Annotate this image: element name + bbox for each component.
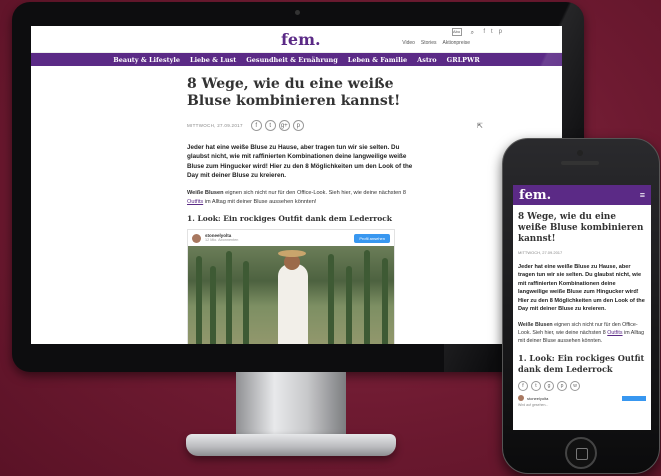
instagram-embed: stoneelyolta 12 Mio. Abonnenten Profil an… — [187, 229, 395, 344]
whatsapp-share-icon[interactable]: w — [570, 381, 580, 392]
phone-article-date: MITTWOCH, 27.09.2017 — [518, 250, 563, 255]
googleplus-share-icon[interactable]: g+ — [278, 120, 290, 131]
nav-item-beauty[interactable]: Beauty & Lifestyle — [113, 56, 180, 64]
monitor-stand — [236, 372, 346, 436]
mouse-cursor-icon: ⇱ — [477, 123, 483, 130]
phone-article-title: 8 Wege, wie du eine weiße Bluse kombinie… — [518, 212, 644, 244]
outfits-link[interactable]: Outfits — [187, 199, 203, 205]
phone-share-buttons: f t g p w — [518, 381, 646, 392]
top-links: Video Stories Aktionpreise — [402, 40, 470, 46]
pinterest-share-icon[interactable]: p — [292, 120, 304, 131]
phone-speaker — [561, 161, 599, 165]
smartphone: fem. ≡ 8 Wege, wie du eine weiße Bluse k… — [502, 138, 660, 474]
nav-item-astro[interactable]: Astro — [417, 56, 436, 64]
instagram-user[interactable]: stoneelyolta 12 Mio. Abonnenten — [205, 233, 238, 243]
nav-item-grlpwr[interactable]: GRLPWR — [447, 56, 480, 64]
main-nav: Beauty & Lifestyle Liebe & Lust Gesundhe… — [31, 53, 562, 66]
article-meta: MITTWOCH, 27.09.2017 f t g+ p — [187, 120, 422, 131]
monitor-base — [186, 434, 396, 456]
phone-camera-icon — [577, 150, 583, 156]
top-link-aktionpreise[interactable]: Aktionpreise — [442, 40, 470, 46]
instagram-followers: 12 Mio. Abonnenten — [205, 238, 239, 243]
article-title: 8 Wege, wie du eine weiße Bluse kombinie… — [187, 76, 401, 109]
site-header: fem. Abo ⌕ f t p Video Stories Aktionpre… — [31, 26, 562, 53]
phone-article-lead: Jeder hat eine weiße Bluse zu Hause, abe… — [518, 264, 645, 313]
phone-view-profile-button[interactable] — [622, 395, 646, 401]
facebook-share-icon[interactable]: f — [518, 381, 528, 392]
view-profile-button[interactable]: Profil ansehen — [354, 233, 390, 243]
twitter-share-icon[interactable]: t — [531, 381, 541, 392]
nav-item-leben[interactable]: Leben & Familie — [348, 56, 407, 64]
pinterest-share-icon[interactable]: p — [557, 381, 567, 392]
para-text: eignen sich nicht nur für den Office-Loo… — [223, 190, 407, 197]
share-buttons: f t g+ p — [250, 120, 304, 131]
twitter-share-icon[interactable]: t — [264, 120, 276, 131]
article: 8 Wege, wie du eine weiße Bluse kombinie… — [187, 76, 422, 344]
home-button[interactable] — [565, 437, 597, 469]
phone-instagram-embed: stoneelyolta — [518, 395, 646, 402]
desktop-monitor: fem. Abo ⌕ f t p Video Stories Aktionpre… — [12, 2, 584, 372]
para-end: im Alltag mit deiner Bluse aussehen könn… — [203, 198, 317, 205]
phone-article-paragraph: Weiße Blusen eignen sich nicht nur für d… — [518, 322, 645, 345]
article-lead: Jeder hat eine weiße Bluse zu Hause, abe… — [187, 144, 413, 179]
phone-logo[interactable]: fem. — [519, 188, 551, 203]
subscribe-badge[interactable]: Abo — [452, 28, 462, 36]
desktop-screen: fem. Abo ⌕ f t p Video Stories Aktionpre… — [31, 26, 562, 344]
phone-site-header: fem. ≡ — [513, 185, 651, 205]
pinterest-icon[interactable]: p — [499, 29, 502, 35]
para-bold: Weiße Blusen — [187, 190, 224, 197]
top-link-video[interactable]: Video — [402, 40, 415, 46]
phone-section-heading: 1. Look: Ein rockiges Outfit dank dem Le… — [518, 353, 645, 374]
phone-outfits-link[interactable]: Outfits — [607, 330, 622, 336]
instagram-header: stoneelyolta 12 Mio. Abonnenten Profil an… — [188, 230, 394, 246]
hamburger-menu-icon[interactable]: ≡ — [640, 190, 645, 200]
site-logo[interactable]: fem. — [281, 30, 321, 49]
social-icons: f t p — [483, 29, 502, 35]
instagram-photo[interactable] — [188, 246, 394, 344]
phone-screen: fem. ≡ 8 Wege, wie du eine weiße Bluse k… — [513, 185, 651, 430]
nav-item-liebe[interactable]: Liebe & Lust — [190, 56, 236, 64]
phone-footnote: Wird auf gesehen... — [518, 403, 549, 408]
article-date: MITTWOCH, 27.09.2017 — [187, 123, 243, 128]
search-icon[interactable]: ⌕ — [471, 30, 474, 37]
photo-person — [278, 264, 308, 344]
avatar[interactable] — [192, 233, 201, 243]
phone-article: 8 Wege, wie du eine weiße Bluse kombinie… — [513, 205, 651, 414]
phone-instagram-user[interactable]: stoneelyolta — [527, 396, 548, 401]
googleplus-share-icon[interactable]: g — [544, 381, 554, 392]
twitter-icon[interactable]: t — [491, 29, 493, 35]
nav-item-gesundheit[interactable]: Gesundheit & Ernährung — [246, 56, 338, 64]
article-paragraph: Weiße Blusen eignen sich nicht nur für d… — [187, 189, 422, 206]
avatar[interactable] — [518, 395, 524, 402]
facebook-icon[interactable]: f — [483, 29, 485, 35]
top-link-stories[interactable]: Stories — [421, 40, 437, 46]
section-heading: 1. Look: Ein rockiges Outfit dank dem Le… — [187, 214, 392, 224]
facebook-share-icon[interactable]: f — [250, 120, 262, 131]
webcam-icon — [295, 10, 300, 15]
